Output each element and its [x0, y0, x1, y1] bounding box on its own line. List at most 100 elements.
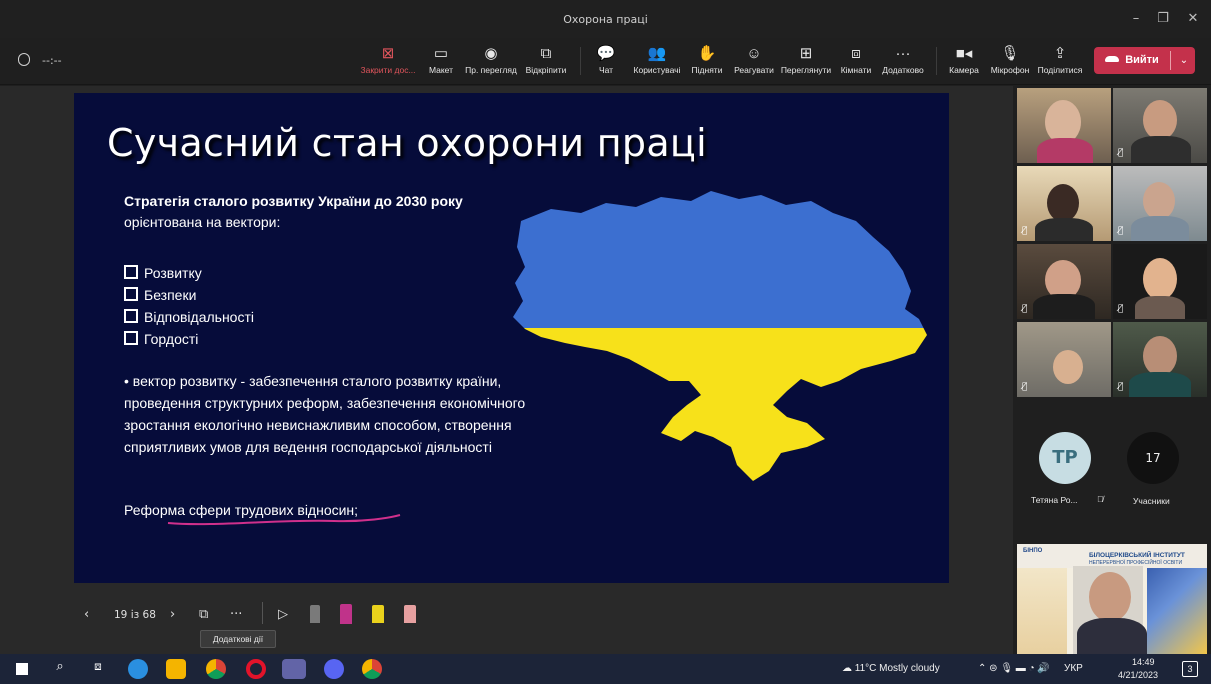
- next-slide-button[interactable]: ›: [170, 607, 175, 622]
- muted-mic-icon: 🎙̸: [1118, 304, 1124, 314]
- more-icon: ···: [895, 45, 911, 62]
- more-actions-tooltip: Додаткові дії: [200, 630, 276, 648]
- teams-icon[interactable]: [282, 659, 306, 679]
- preview-button[interactable]: ◉ Пр. перегляд: [465, 44, 517, 82]
- view-label: Переглянути: [780, 65, 832, 75]
- pen-tool-icon[interactable]: [310, 605, 320, 623]
- camera-label: Камера: [949, 65, 979, 75]
- clock-date[interactable]: 4/21/2023: [1118, 670, 1158, 680]
- participant-body: [1037, 138, 1093, 163]
- highlighter-icon[interactable]: [372, 605, 384, 623]
- eraser-icon[interactable]: [404, 605, 416, 623]
- more-label: Додатково: [882, 65, 924, 75]
- timer-text: --:--: [42, 54, 62, 67]
- preview-label: Пр. перегляд: [465, 65, 517, 75]
- video-tile[interactable]: 🎙̸: [1113, 166, 1207, 241]
- react-icon: ☺: [746, 45, 762, 62]
- vector-item: Безпеки: [124, 284, 254, 306]
- close-window-button[interactable]: ✕: [1180, 8, 1206, 30]
- banner-left-panel: [1017, 568, 1067, 654]
- mic-label: Мікрофон: [990, 65, 1030, 75]
- layout-button[interactable]: ▭ Макет: [426, 44, 456, 82]
- slide-page-counter: 19 із 68: [114, 609, 156, 621]
- participant-count-avatar[interactable]: 17: [1127, 432, 1179, 484]
- react-label: Реагувати: [734, 65, 774, 75]
- mic-button[interactable]: 🎙 Мікрофон: [988, 44, 1032, 82]
- windows-start-icon[interactable]: [12, 659, 32, 679]
- participant-name: Тетяна Ро...: [1031, 495, 1078, 505]
- video-tile[interactable]: 🎙̸: [1017, 322, 1111, 397]
- chat-button[interactable]: 💬 Чат: [594, 44, 618, 82]
- stop-sharing-button[interactable]: ⊠ Закрити дос...: [360, 44, 416, 82]
- tray-icons[interactable]: ⌃ ⊜ 🎙 ▬ ◔ 🔊: [978, 663, 1050, 674]
- file-explorer-icon[interactable]: [166, 659, 186, 679]
- camera-button[interactable]: ■◂ Камера: [946, 44, 982, 82]
- view-button[interactable]: ⊞ Переглянути: [779, 44, 833, 82]
- prev-slide-button[interactable]: ‹: [84, 607, 89, 622]
- people-label: Користувачі: [633, 65, 681, 75]
- react-button[interactable]: ☺ Реагувати: [732, 44, 776, 82]
- layout-label: Макет: [428, 65, 454, 75]
- leave-main[interactable]: Вийти: [1094, 47, 1170, 74]
- clock-time[interactable]: 14:49: [1132, 657, 1155, 667]
- pink-pen-icon[interactable]: [340, 604, 352, 624]
- camera-icon: ■◂: [955, 45, 973, 62]
- toolbar-divider: [580, 47, 581, 75]
- vector-item: Гордості: [124, 328, 254, 350]
- shield-icon: [18, 53, 30, 66]
- share-label: Поділитися: [1037, 65, 1083, 75]
- minimize-button[interactable]: –: [1123, 8, 1149, 30]
- chevron-down-icon[interactable]: ⌄: [1174, 47, 1194, 74]
- weather-widget[interactable]: ☁ 11°C Mostly cloudy: [842, 663, 940, 674]
- pointer-icon[interactable]: ▷: [278, 607, 288, 622]
- video-tile[interactable]: 🎙̸: [1017, 244, 1111, 319]
- opera-icon[interactable]: [246, 659, 266, 679]
- video-tile[interactable]: 🎙̸: [1113, 244, 1207, 319]
- share-button[interactable]: ⇪ Поділитися: [1036, 44, 1084, 82]
- language-indicator[interactable]: УКР: [1064, 663, 1083, 674]
- strategy-heading: Стратегія сталого розвитку України до 20…: [124, 193, 463, 209]
- chrome-icon[interactable]: [206, 659, 226, 679]
- people-button[interactable]: 👥 Користувачі: [631, 44, 683, 82]
- controls-divider: [262, 602, 263, 624]
- notification-icon[interactable]: 3: [1182, 661, 1198, 677]
- vector-item: Відповідальності: [124, 306, 254, 328]
- maximize-button[interactable]: ❐: [1150, 8, 1176, 30]
- mic-icon: 🎙: [1000, 45, 1020, 62]
- popout-button[interactable]: ⧉ Відкріпити: [522, 44, 570, 82]
- close-share-icon: ⊠: [381, 45, 395, 62]
- banner-map: [1147, 568, 1207, 654]
- participant-face: [1053, 350, 1083, 384]
- slide-controls: ‹ 19 із 68 › ⧉ ··· ▷: [0, 594, 1013, 644]
- more-actions-button[interactable]: ···: [230, 607, 242, 622]
- rooms-button[interactable]: ⧈ Кімнати: [838, 44, 874, 82]
- raise-hand-button[interactable]: ✋ Підняти: [690, 44, 724, 82]
- slides-grid-icon[interactable]: ⧉: [199, 607, 208, 622]
- layout-icon: ▭: [433, 45, 449, 62]
- leave-label: Вийти: [1125, 54, 1159, 66]
- more-button[interactable]: ··· Додатково: [880, 44, 926, 82]
- chrome-profile-icon[interactable]: [362, 659, 382, 679]
- video-tile[interactable]: [1017, 88, 1111, 163]
- weather-text: 11°C Mostly cloudy: [854, 663, 940, 674]
- edge-icon[interactable]: [128, 659, 148, 679]
- video-tile[interactable]: 🎙̸: [1113, 322, 1207, 397]
- presenter-video[interactable]: БІНПО БІЛОЦЕРКІВСЬКИЙ ІНСТИТУТ НЕПЕРЕРВН…: [1017, 544, 1207, 654]
- video-tile[interactable]: 🎙̸: [1113, 88, 1207, 163]
- map-blue-half: [513, 191, 927, 328]
- search-icon[interactable]: ⌕: [50, 659, 70, 679]
- participant-face: [1143, 100, 1177, 140]
- rooms-label: Кімнати: [840, 65, 872, 75]
- participant-body: [1035, 218, 1093, 241]
- vector-item: Розвитку: [124, 262, 254, 284]
- raise-hand-icon: ✋: [697, 45, 717, 62]
- chat-label: Чат: [598, 65, 614, 75]
- task-view-icon[interactable]: ⧈: [88, 659, 108, 679]
- participant-avatar[interactable]: ТР: [1039, 432, 1091, 484]
- participant-face: [1143, 336, 1177, 376]
- popout-icon: ⧉: [540, 45, 552, 62]
- video-tile[interactable]: 🎙̸: [1017, 166, 1111, 241]
- discord-icon[interactable]: [324, 659, 344, 679]
- strategy-subtext: орієнтована на вектори:: [124, 214, 281, 230]
- leave-button[interactable]: Вийти ⌄: [1094, 47, 1195, 74]
